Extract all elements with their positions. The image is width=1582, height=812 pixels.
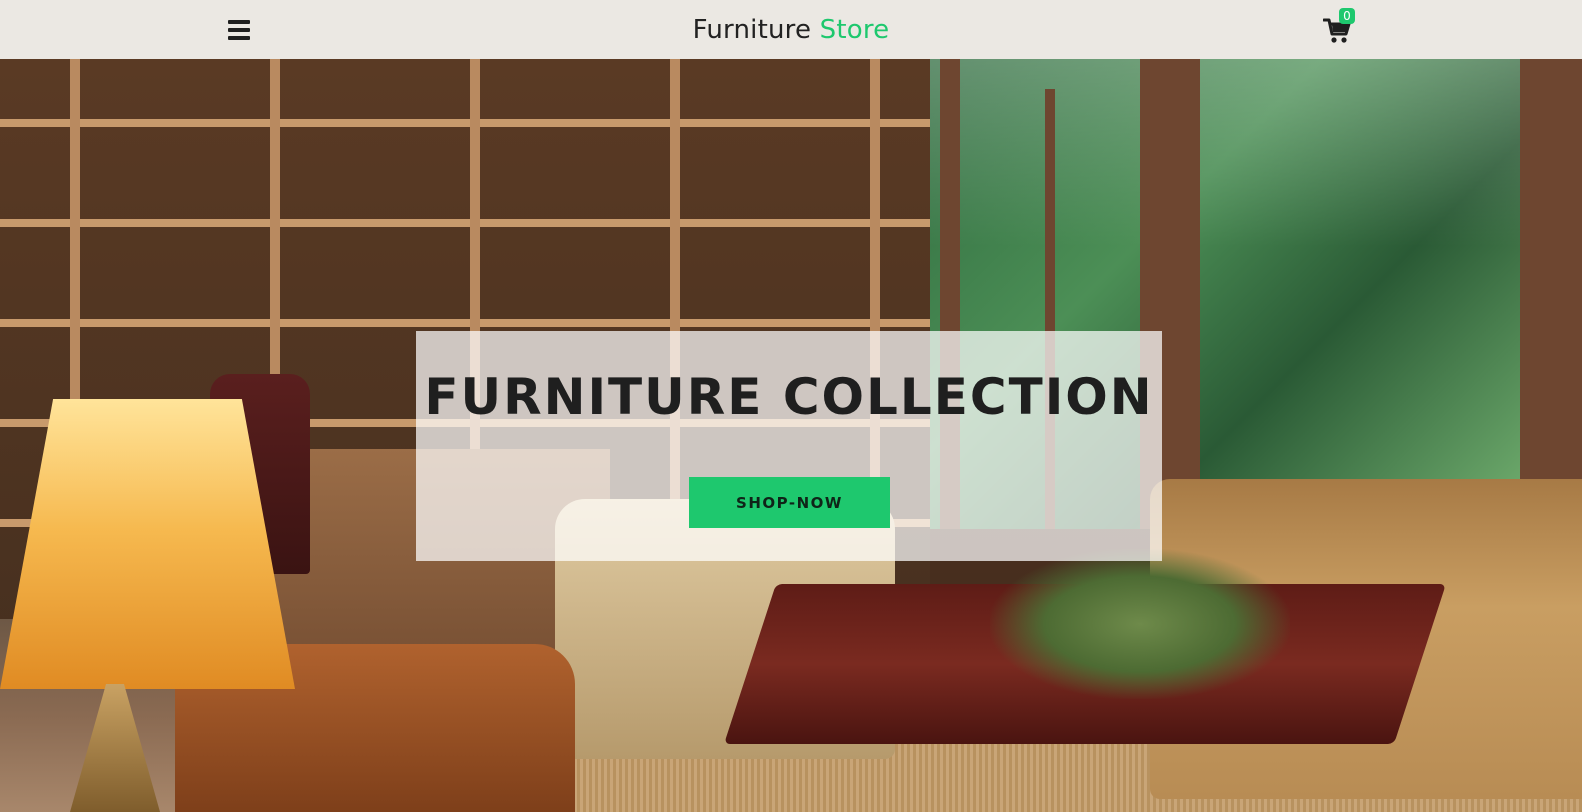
cart-button[interactable]: 0 (1323, 8, 1355, 46)
hero-headline: FURNITURE COLLECTION (424, 368, 1154, 426)
cart-count-badge: 0 (1339, 8, 1355, 24)
hero-overlay-panel: FURNITURE COLLECTION SHOP-NOW (416, 331, 1162, 561)
brand-name-accent: Store (819, 15, 890, 45)
potted-plant (990, 549, 1290, 699)
window-frame (1520, 59, 1582, 529)
shop-now-button[interactable]: SHOP-NOW (689, 477, 890, 528)
top-navbar: Furniture Store 0 (0, 0, 1582, 59)
brand-name-primary: Furniture (692, 15, 812, 45)
